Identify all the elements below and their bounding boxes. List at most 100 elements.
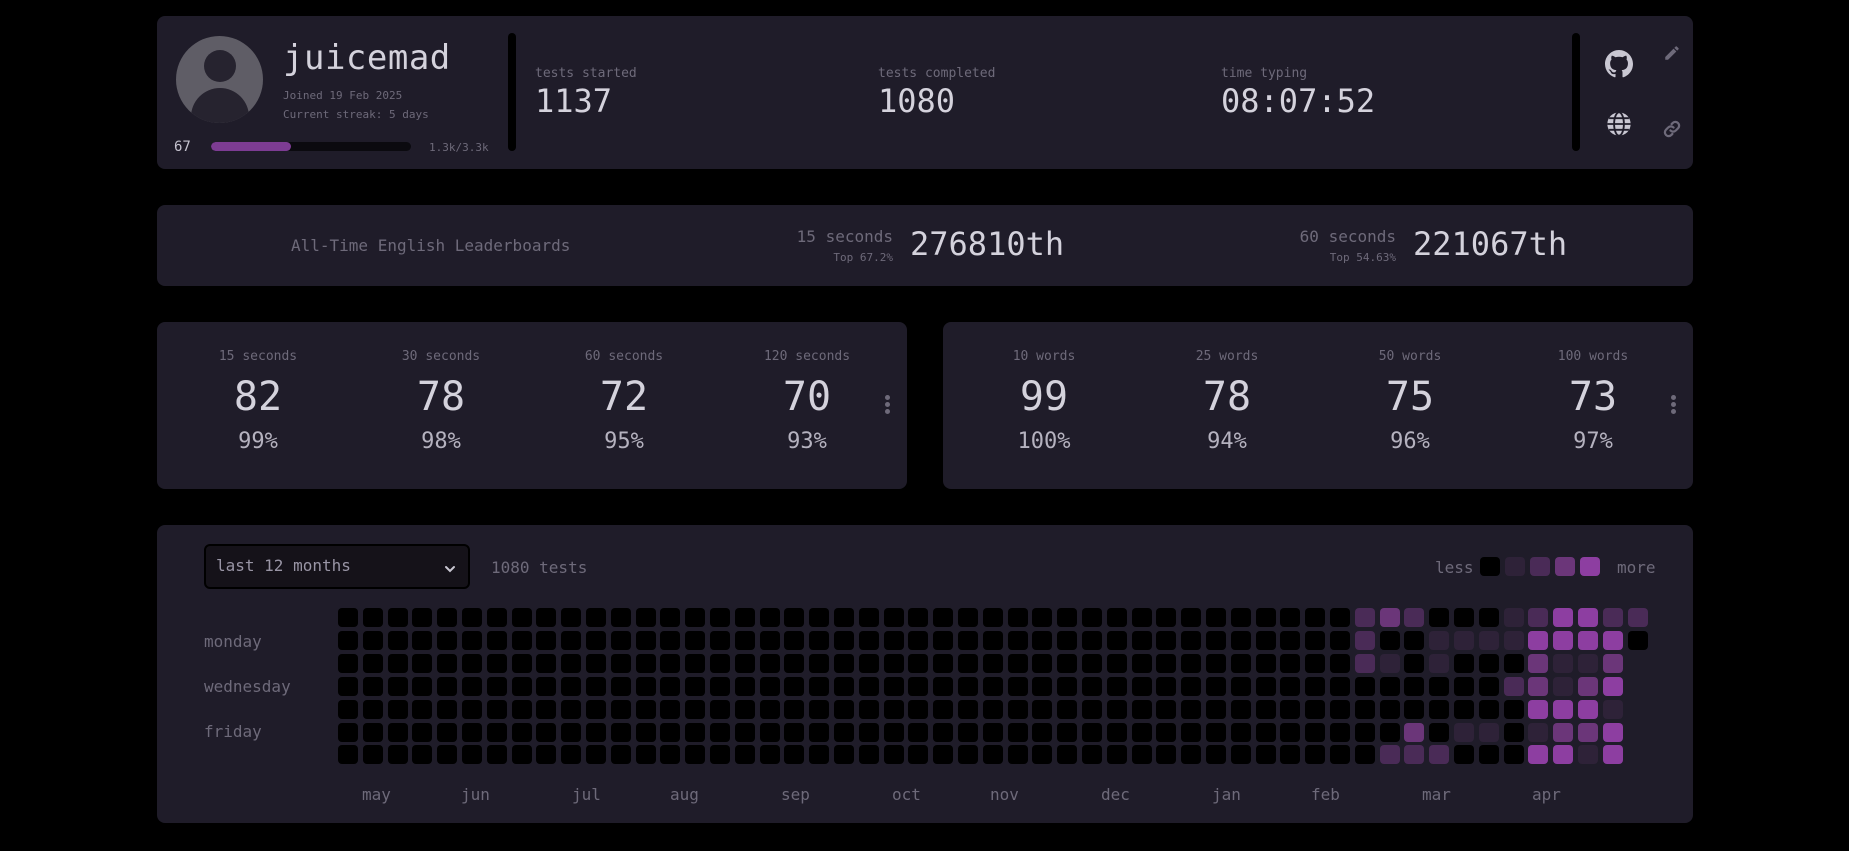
activity-day-cell[interactable] <box>635 653 656 673</box>
pb-time-15[interactable]: 15 seconds 82 99% <box>178 349 338 454</box>
activity-day-cell[interactable] <box>1230 630 1251 650</box>
github-icon[interactable] <box>1605 50 1633 82</box>
activity-day-cell[interactable] <box>561 630 582 650</box>
activity-day-cell[interactable] <box>338 653 358 673</box>
activity-day-cell[interactable] <box>1602 608 1623 627</box>
activity-day-cell[interactable] <box>734 745 755 765</box>
activity-day-cell[interactable] <box>1478 722 1499 742</box>
activity-day-cell[interactable] <box>933 745 954 765</box>
activity-day-cell[interactable] <box>809 745 830 765</box>
more-options-icon[interactable] <box>1671 395 1677 416</box>
activity-day-cell[interactable] <box>1206 630 1226 650</box>
activity-day-cell[interactable] <box>1082 653 1102 673</box>
activity-day-cell[interactable] <box>883 630 904 650</box>
activity-day-cell[interactable] <box>486 699 507 719</box>
activity-day-cell[interactable] <box>834 699 854 719</box>
activity-day-cell[interactable] <box>486 608 507 627</box>
activity-day-cell[interactable] <box>362 745 383 765</box>
activity-day-cell[interactable] <box>1454 722 1474 742</box>
activity-day-cell[interactable] <box>1280 722 1301 742</box>
pb-words-100[interactable]: 100 words 73 97% <box>1513 349 1673 454</box>
activity-day-cell[interactable] <box>1379 653 1400 673</box>
activity-day-cell[interactable] <box>982 699 1003 719</box>
activity-day-cell[interactable] <box>1230 699 1251 719</box>
activity-day-cell[interactable] <box>858 653 879 673</box>
activity-day-cell[interactable] <box>1379 745 1400 765</box>
activity-day-cell[interactable] <box>834 608 854 627</box>
activity-day-cell[interactable] <box>908 653 929 673</box>
activity-day-cell[interactable] <box>1528 608 1549 627</box>
activity-day-cell[interactable] <box>536 699 557 719</box>
activity-day-cell[interactable] <box>809 699 830 719</box>
activity-day-cell[interactable] <box>1280 653 1301 673</box>
activity-day-cell[interactable] <box>362 699 383 719</box>
activity-day-cell[interactable] <box>1578 676 1598 696</box>
activity-day-cell[interactable] <box>1082 699 1102 719</box>
activity-day-cell[interactable] <box>933 699 954 719</box>
activity-day-cell[interactable] <box>834 745 854 765</box>
more-options-icon[interactable] <box>885 395 891 416</box>
activity-day-cell[interactable] <box>1404 722 1425 742</box>
activity-day-cell[interactable] <box>511 630 532 650</box>
activity-day-cell[interactable] <box>536 745 557 765</box>
activity-day-cell[interactable] <box>437 608 458 627</box>
activity-day-cell[interactable] <box>1553 699 1574 719</box>
activity-day-cell[interactable] <box>1206 653 1226 673</box>
activity-day-cell[interactable] <box>362 630 383 650</box>
activity-day-cell[interactable] <box>437 699 458 719</box>
activity-day-cell[interactable] <box>1305 630 1326 650</box>
activity-day-cell[interactable] <box>958 722 978 742</box>
activity-day-cell[interactable] <box>1280 630 1301 650</box>
activity-day-cell[interactable] <box>437 676 458 696</box>
activity-day-cell[interactable] <box>858 676 879 696</box>
activity-day-cell[interactable] <box>635 699 656 719</box>
activity-day-cell[interactable] <box>1454 608 1474 627</box>
activity-day-cell[interactable] <box>1602 722 1623 742</box>
activity-day-cell[interactable] <box>1354 699 1375 719</box>
activity-day-cell[interactable] <box>1503 653 1524 673</box>
activity-day-cell[interactable] <box>883 653 904 673</box>
activity-day-cell[interactable] <box>1156 608 1177 627</box>
activity-day-cell[interactable] <box>437 630 458 650</box>
activity-day-cell[interactable] <box>412 699 433 719</box>
activity-day-cell[interactable] <box>1106 653 1127 673</box>
activity-day-cell[interactable] <box>412 722 433 742</box>
activity-day-cell[interactable] <box>1553 676 1574 696</box>
activity-day-cell[interactable] <box>1478 608 1499 627</box>
activity-day-cell[interactable] <box>1131 676 1152 696</box>
activity-day-cell[interactable] <box>1404 699 1425 719</box>
activity-day-cell[interactable] <box>1429 722 1450 742</box>
activity-day-cell[interactable] <box>338 608 358 627</box>
pb-words-25[interactable]: 25 words 78 94% <box>1147 349 1307 454</box>
activity-day-cell[interactable] <box>511 699 532 719</box>
activity-day-cell[interactable] <box>734 676 755 696</box>
activity-day-cell[interactable] <box>1528 699 1549 719</box>
activity-day-cell[interactable] <box>1354 722 1375 742</box>
activity-day-cell[interactable] <box>660 676 681 696</box>
activity-day-cell[interactable] <box>834 630 854 650</box>
activity-day-cell[interactable] <box>1206 699 1226 719</box>
activity-day-cell[interactable] <box>1106 608 1127 627</box>
activity-day-cell[interactable] <box>660 608 681 627</box>
activity-day-cell[interactable] <box>462 745 482 765</box>
activity-day-cell[interactable] <box>338 699 358 719</box>
activity-day-cell[interactable] <box>784 608 805 627</box>
activity-day-cell[interactable] <box>660 722 681 742</box>
activity-day-cell[interactable] <box>610 653 631 673</box>
activity-day-cell[interactable] <box>462 630 482 650</box>
activity-day-cell[interactable] <box>586 722 606 742</box>
activity-day-cell[interactable] <box>784 699 805 719</box>
activity-day-cell[interactable] <box>784 722 805 742</box>
activity-day-cell[interactable] <box>982 653 1003 673</box>
activity-day-cell[interactable] <box>1057 676 1078 696</box>
activity-day-cell[interactable] <box>1007 699 1028 719</box>
activity-day-cell[interactable] <box>1206 608 1226 627</box>
activity-day-cell[interactable] <box>1082 608 1102 627</box>
activity-day-cell[interactable] <box>784 676 805 696</box>
activity-day-cell[interactable] <box>610 608 631 627</box>
activity-day-cell[interactable] <box>437 722 458 742</box>
activity-day-cell[interactable] <box>1578 653 1598 673</box>
activity-day-cell[interactable] <box>412 745 433 765</box>
activity-day-cell[interactable] <box>1255 608 1276 627</box>
activity-day-cell[interactable] <box>858 722 879 742</box>
